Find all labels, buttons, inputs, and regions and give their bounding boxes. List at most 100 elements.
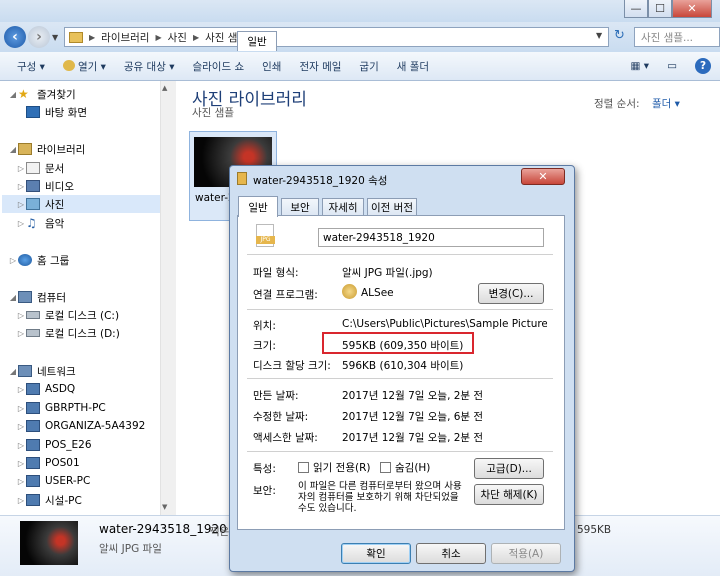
sidebar-item-video[interactable]: ▷ 비디오 bbox=[16, 177, 74, 195]
scroll-down-icon[interactable]: ▼ bbox=[162, 503, 167, 511]
cancel-button[interactable]: 취소 bbox=[416, 543, 486, 564]
tab-security[interactable]: 보안 bbox=[281, 198, 319, 215]
folder-icon bbox=[69, 31, 83, 43]
sidebar-item-photos[interactable]: ▷ 사진 bbox=[2, 195, 160, 213]
dialog-title: water-2943518_1920 속성 bbox=[253, 175, 388, 187]
unblock-button[interactable]: 차단 해제(K) bbox=[474, 484, 544, 505]
sidebar-item-disk-d[interactable]: ▷ 로컬 디스크 (D:) bbox=[16, 324, 120, 342]
music-icon: ♫ bbox=[26, 216, 37, 230]
jpg-file-icon bbox=[237, 172, 247, 185]
file-type-value: 알씨 JPG 파일(.jpg) bbox=[342, 267, 433, 279]
ok-button[interactable]: 확인 bbox=[341, 543, 411, 564]
change-button[interactable]: 변경(C)... bbox=[478, 283, 544, 304]
page-subtitle: 사진 샘플 bbox=[192, 107, 234, 119]
sort-label: 정렬 순서: bbox=[594, 98, 640, 110]
security-label: 보안: bbox=[253, 485, 276, 497]
sidebar-item-network-pc[interactable]: ▷ POS_E26 bbox=[16, 436, 92, 454]
open-with-value: ALSee bbox=[361, 287, 394, 299]
sidebar-item-libraries[interactable]: ◢ 라이브러리 bbox=[8, 140, 85, 158]
sidebar-item-network-pc[interactable]: ▷ POS01 bbox=[16, 454, 80, 472]
address-dropdown-icon[interactable]: ▼ bbox=[596, 31, 602, 40]
dialog-close-button[interactable]: ✕ bbox=[521, 168, 565, 185]
sidebar-item-network-pc[interactable]: ▷ 시설-PC bbox=[16, 491, 82, 509]
organize-button[interactable]: 구성 ▾ bbox=[8, 59, 54, 74]
disk-size-label: 디스크 할당 크기: bbox=[253, 360, 331, 372]
modified-label: 수정한 날짜: bbox=[253, 411, 309, 423]
sidebar-item-disk-c[interactable]: ▷ 로컬 디스크 (C:) bbox=[16, 306, 119, 324]
photos-icon bbox=[26, 198, 40, 210]
file-type-label: 파일 형식: bbox=[253, 267, 299, 279]
breadcrumb[interactable]: ▶ 라이브러리 ▶ 사진 ▶ 사진 샘플 bbox=[64, 27, 609, 47]
sidebar-item-homegroup[interactable]: ▷ 홈 그룹 bbox=[8, 251, 69, 269]
print-button[interactable]: 인쇄 bbox=[253, 59, 290, 74]
preview-pane-icon[interactable]: ▭ bbox=[658, 60, 686, 72]
sidebar-item-desktop[interactable]: 바탕 화면 bbox=[26, 103, 87, 121]
back-button[interactable]: ‹ bbox=[4, 26, 26, 48]
sidebar-item-favorites[interactable]: ◢ ★ 즐겨찾기 bbox=[8, 85, 76, 103]
network-icon bbox=[18, 365, 32, 377]
modified-value: 2017년 12월 7일 오늘, 6분 전 bbox=[342, 411, 484, 423]
advanced-button[interactable]: 고급(D)... bbox=[474, 458, 544, 479]
breadcrumb-photos[interactable]: 사진 bbox=[168, 30, 187, 45]
help-icon[interactable]: ? bbox=[686, 58, 720, 74]
divider bbox=[247, 378, 553, 379]
chevron-right-icon: ▶ bbox=[89, 32, 96, 42]
tab-details[interactable]: 자세히 bbox=[322, 198, 364, 215]
size-label: 크기: bbox=[253, 340, 276, 352]
chevron-right-icon: ▶ bbox=[155, 32, 162, 42]
tab-general[interactable]: 일반 bbox=[237, 31, 277, 51]
sidebar-item-network-pc[interactable]: ▷ GBRPTH-PC bbox=[16, 399, 106, 417]
sidebar-item-network[interactable]: ◢ 네트워크 bbox=[8, 362, 76, 380]
minimize-button[interactable]: — bbox=[624, 0, 648, 18]
divider bbox=[247, 451, 553, 452]
new-folder-button[interactable]: 새 폴더 bbox=[388, 59, 438, 74]
sidebar-item-music[interactable]: ▷ ♫ 음악 bbox=[16, 214, 64, 232]
burn-button[interactable]: 굽기 bbox=[350, 59, 387, 74]
open-with-label: 연결 프로그램: bbox=[253, 289, 318, 301]
computer-icon bbox=[26, 475, 40, 487]
sidebar-item-network-pc[interactable]: ▷ ASDQ bbox=[16, 380, 75, 398]
slideshow-button[interactable]: 슬라이드 쇼 bbox=[183, 59, 253, 74]
details-filetype: 알씨 JPG 파일 bbox=[99, 543, 162, 555]
computer-icon bbox=[26, 439, 40, 451]
video-icon bbox=[26, 180, 40, 192]
tab-general[interactable]: 일반 bbox=[238, 196, 278, 217]
view-options-icon[interactable]: ▦ ▾ bbox=[622, 60, 659, 72]
computer-icon bbox=[26, 420, 40, 432]
sidebar-scrollbar[interactable] bbox=[160, 81, 176, 515]
computer-icon bbox=[26, 457, 40, 469]
open-button[interactable]: 열기 ▾ bbox=[54, 59, 115, 74]
readonly-checkbox[interactable]: 읽기 전용(R) bbox=[298, 460, 370, 475]
search-input[interactable]: 사진 샘플... bbox=[634, 27, 720, 47]
divider bbox=[247, 309, 553, 310]
drive-icon bbox=[26, 329, 40, 337]
email-button[interactable]: 전자 메일 bbox=[290, 59, 350, 74]
share-button[interactable]: 공유 대상 ▾ bbox=[115, 59, 184, 74]
sort-dropdown[interactable]: 폴더 ▾ bbox=[652, 96, 680, 111]
sidebar-item-network-pc[interactable]: ▷ USER-PC bbox=[16, 472, 90, 490]
sidebar-item-documents[interactable]: ▷ 문서 bbox=[16, 159, 64, 177]
size-value: 595KB (609,350 바이트) bbox=[342, 340, 464, 352]
scroll-up-icon[interactable]: ▲ bbox=[162, 84, 167, 92]
recent-pages-icon[interactable]: ▼ bbox=[52, 33, 58, 42]
forward-button[interactable]: › bbox=[28, 26, 50, 48]
maximize-button[interactable]: ☐ bbox=[648, 0, 672, 18]
library-icon bbox=[18, 143, 32, 155]
created-value: 2017년 12월 7일 오늘, 2분 전 bbox=[342, 390, 484, 402]
details-thumbnail bbox=[20, 521, 78, 565]
filename-field[interactable]: water-2943518_1920 bbox=[318, 228, 544, 247]
window-title-bar bbox=[0, 0, 720, 22]
breadcrumb-libraries[interactable]: 라이브러리 bbox=[101, 30, 149, 45]
apply-button[interactable]: 적용(A) bbox=[491, 543, 561, 564]
hidden-checkbox[interactable]: 숨김(H) bbox=[380, 460, 430, 475]
sidebar-item-computer[interactable]: ◢ 컴퓨터 bbox=[8, 288, 66, 306]
details-taken-label: 찍은 bbox=[210, 526, 230, 538]
computer-icon bbox=[18, 291, 32, 303]
security-text: 이 파일은 다른 컴퓨터로부터 왔으며 사용자의 컴퓨터를 보호하기 위해 차단… bbox=[298, 481, 462, 514]
tab-previous-versions[interactable]: 이전 버전 bbox=[367, 198, 417, 215]
close-window-button[interactable]: ✕ bbox=[672, 0, 712, 18]
homegroup-icon bbox=[18, 254, 32, 266]
star-icon: ★ bbox=[18, 87, 29, 101]
sidebar-item-network-pc[interactable]: ▷ ORGANIZA-5A4392 bbox=[16, 417, 145, 435]
refresh-icon[interactable]: ↻ bbox=[614, 28, 625, 43]
